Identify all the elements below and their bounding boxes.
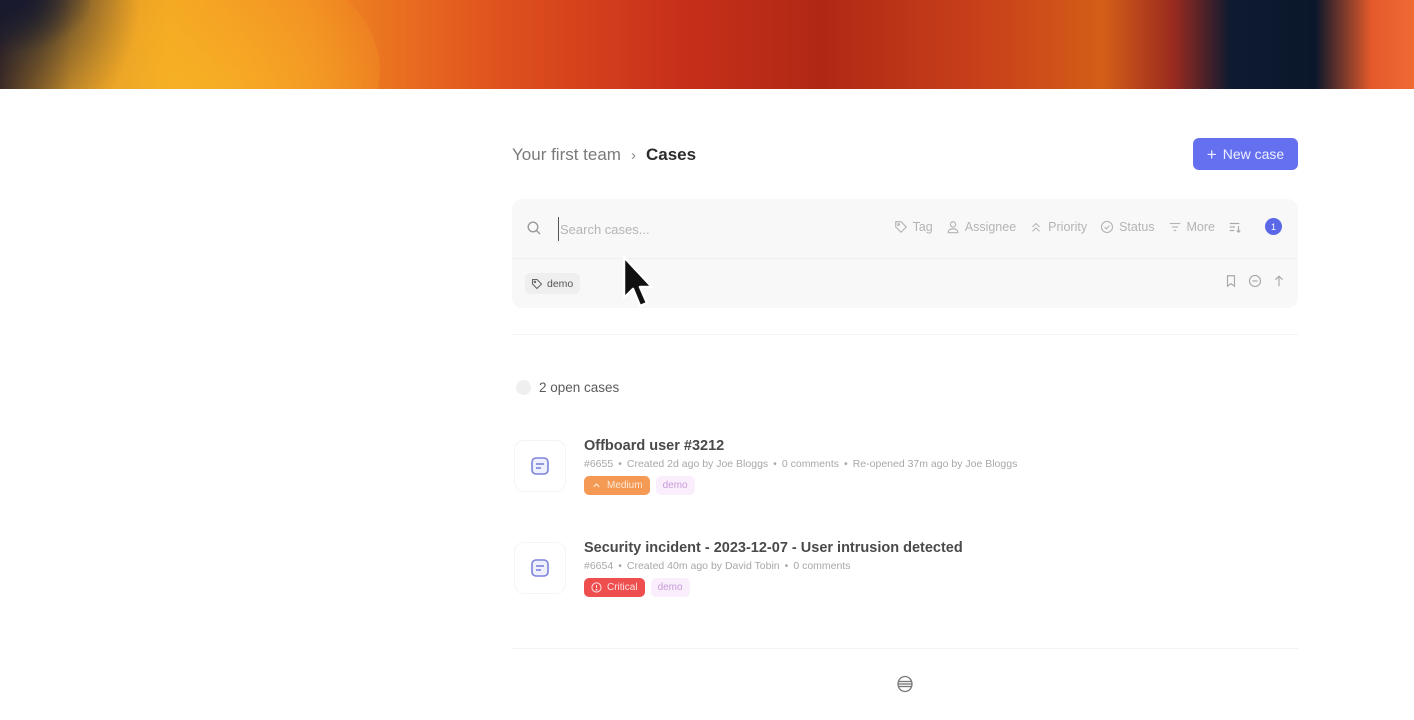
case-id: #6654	[584, 560, 614, 572]
meta-separator: •	[784, 560, 789, 572]
filter-tag-label: Tag	[912, 219, 933, 234]
meta-separator: •	[844, 458, 848, 470]
new-case-button[interactable]: + New case	[1193, 138, 1298, 170]
filter-status-button[interactable]: Status	[1100, 219, 1155, 234]
filter-priority-button[interactable]: Priority	[1029, 220, 1087, 234]
filter-priority-label: Priority	[1048, 219, 1088, 234]
tag-label: demo	[657, 582, 683, 593]
case-document-icon	[531, 457, 549, 475]
case-comments: 0 comments	[793, 560, 851, 572]
new-case-label: New case	[1222, 146, 1285, 162]
filter-panel: Tag Assignee Priority Status More	[512, 199, 1298, 308]
case-icon	[514, 440, 566, 492]
sort-icon	[1229, 222, 1241, 233]
search-input[interactable]	[558, 217, 838, 241]
breadcrumb-team-link[interactable]: Your first team	[512, 145, 621, 165]
tag-badge: demo	[655, 476, 695, 495]
case-row[interactable]: Offboard user #3212 #6655 • Created 2d ago…	[512, 438, 1298, 500]
case-tags: Critical demo	[584, 578, 690, 597]
active-tag-label: demo	[547, 277, 574, 290]
list-end-divider	[512, 648, 1298, 649]
check-circle-icon	[1100, 220, 1114, 233]
case-meta: #6654 • Created 40m ago by David Tobin • 0 c…	[584, 560, 851, 572]
tag-badge: demo	[650, 578, 690, 597]
open-cases-label: 2 open cases	[539, 380, 620, 395]
arrow-up-icon[interactable]	[1272, 274, 1286, 288]
filter-assignee-button[interactable]: Assignee	[946, 220, 1016, 234]
filter-tag-button[interactable]: Tag	[894, 220, 933, 234]
database-icon	[896, 675, 914, 693]
priority-label: Medium	[607, 480, 643, 491]
case-created: Created 2d ago by Joe Bloggs	[626, 458, 769, 470]
case-document-icon	[531, 559, 549, 577]
search-icon	[526, 220, 542, 236]
open-cases-summary: 2 open cases	[516, 380, 619, 395]
meta-separator: •	[618, 560, 622, 572]
case-icon	[514, 542, 566, 594]
view-actions	[1224, 274, 1286, 288]
priority-label: Critical	[607, 582, 638, 593]
minus-circle-icon[interactable]	[1248, 274, 1262, 288]
tag-icon	[531, 278, 543, 289]
section-divider	[512, 334, 1298, 335]
tag-label: demo	[662, 480, 688, 491]
filter-assignee-label: Assignee	[964, 219, 1017, 234]
chevron-up-icon	[593, 483, 600, 488]
plus-icon: +	[1206, 144, 1217, 164]
filter-bar: Tag Assignee Priority Status More 1	[894, 218, 1282, 235]
sort-button[interactable]	[1228, 220, 1242, 234]
case-meta: #6655 • Created 2d ago by Joe Bloggs • 0 com…	[584, 458, 1017, 470]
case-row[interactable]: Security incident - 2023-12-07 - User in…	[512, 540, 1298, 602]
case-title[interactable]: Offboard user #3212	[584, 438, 724, 454]
meta-separator: •	[773, 458, 777, 470]
meta-separator: •	[618, 458, 622, 470]
case-created: Created 40m ago by David Tobin	[626, 560, 780, 572]
case-title[interactable]: Security incident - 2023-12-07 - User in…	[584, 540, 963, 556]
bookmark-icon[interactable]	[1224, 274, 1238, 288]
breadcrumb: Your first team › Cases	[512, 145, 696, 165]
banner-shadow-decoration	[0, 0, 90, 50]
tag-icon	[894, 220, 907, 233]
page-header: Your first team › Cases + New case	[512, 138, 1298, 170]
breadcrumb-separator: ›	[630, 146, 636, 164]
active-filters-row: demo	[512, 259, 1298, 308]
chevrons-up-icon	[1032, 222, 1041, 232]
priority-badge: Critical	[584, 578, 645, 597]
alert-circle-icon	[591, 582, 602, 593]
priority-badge: Medium	[584, 476, 650, 495]
header-banner	[0, 0, 1414, 89]
page-title: Cases	[645, 145, 697, 164]
user-icon	[947, 220, 959, 233]
filter-more-button[interactable]: More	[1168, 220, 1215, 234]
search-row: Tag Assignee Priority Status More	[512, 199, 1298, 259]
filter-lines-icon	[1169, 222, 1180, 231]
filter-more-label: More	[1186, 219, 1215, 234]
case-tags: Medium demo	[584, 476, 695, 495]
active-filter-count-badge[interactable]: 1	[1265, 218, 1282, 235]
active-tag-chip[interactable]: demo	[525, 273, 581, 294]
status-dot-icon	[516, 380, 531, 395]
case-comments: 0 comments	[781, 458, 840, 470]
case-reopened: Re-opened 37m ago by Joe Bloggs	[852, 458, 1018, 470]
case-id: #6655	[584, 458, 614, 470]
filter-status-label: Status	[1119, 219, 1155, 234]
